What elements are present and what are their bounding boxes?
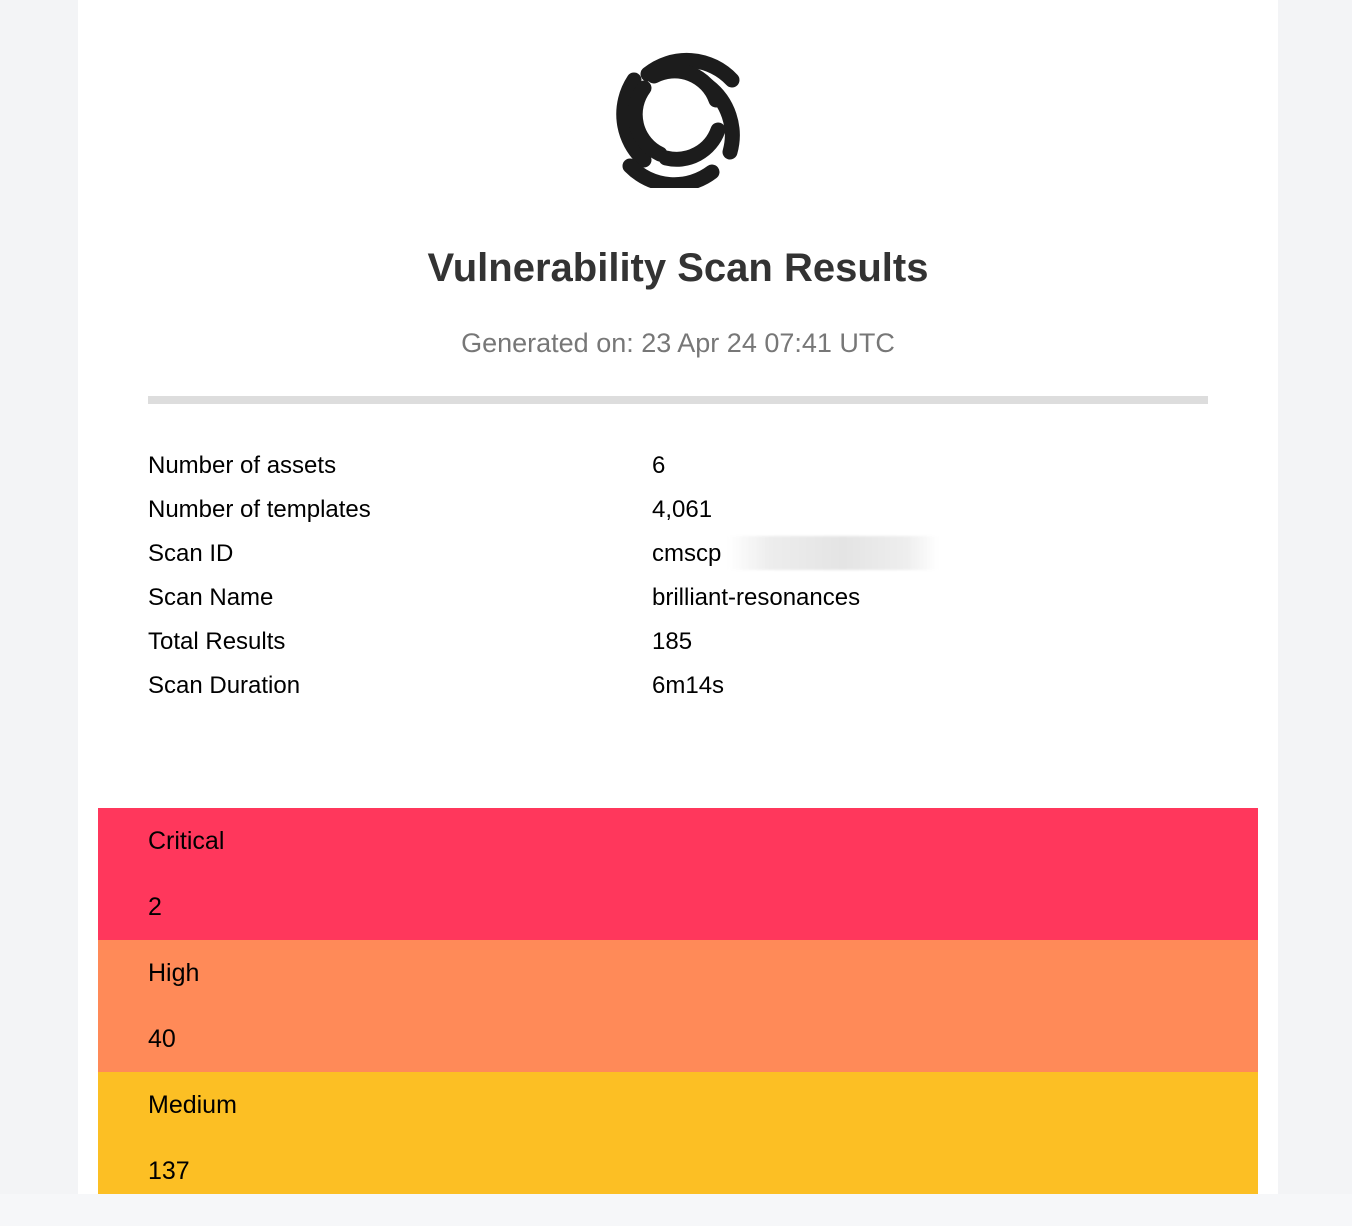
summary-label: Number of assets [148, 452, 337, 479]
severity-block-high: High 40 [98, 940, 1258, 1072]
summary-label: Number of templates [148, 496, 371, 523]
summary-row-assets: Number of assets 6 [148, 444, 1208, 488]
severity-label: High [148, 959, 200, 987]
summary-value: 6m14s [652, 672, 725, 699]
report-page: Vulnerability Scan Results Generated on:… [78, 0, 1278, 1194]
summary-value: 6 [652, 452, 666, 479]
summary-row-templates: Number of templates 4,061 [148, 488, 1208, 532]
summary-row-total-results: Total Results 185 [148, 620, 1208, 664]
summary-row-duration: Scan Duration 6m14s [148, 664, 1208, 708]
severity-block-critical: Critical 2 [98, 808, 1258, 940]
severity-block-medium: Medium 137 [98, 1072, 1258, 1194]
scan-summary-table: Number of assets 6 Number of templates 4… [148, 444, 1208, 708]
severity-count: 137 [148, 1157, 190, 1185]
severity-label: Critical [148, 827, 225, 855]
summary-value-scan-id: cmscp [652, 536, 938, 570]
summary-label: Scan Name [148, 584, 274, 611]
divider [148, 396, 1208, 404]
swirl-logo-icon [616, 52, 740, 188]
redaction-blur [728, 536, 938, 570]
summary-label: Total Results [148, 628, 286, 655]
window-bottom-strip [0, 1194, 1352, 1226]
summary-row-scan-name: Scan Name brilliant-resonances [148, 576, 1208, 620]
generated-timestamp: Generated on: 23 Apr 24 07:41 UTC [461, 328, 895, 358]
summary-row-scan-id: Scan ID cmscp [148, 532, 1208, 576]
page-title: Vulnerability Scan Results [427, 246, 929, 290]
summary-value: brilliant-resonances [652, 584, 861, 611]
summary-label: Scan ID [148, 540, 234, 567]
severity-breakdown: Critical 2 High 40 Medium 137 [98, 808, 1258, 1194]
summary-label: Scan Duration [148, 672, 301, 699]
summary-value: 185 [652, 628, 693, 655]
severity-count: 40 [148, 1025, 176, 1053]
scan-id-text: cmscp [652, 540, 722, 567]
summary-value: 4,061 [652, 496, 713, 523]
severity-count: 2 [148, 893, 162, 921]
severity-label: Medium [148, 1091, 237, 1119]
